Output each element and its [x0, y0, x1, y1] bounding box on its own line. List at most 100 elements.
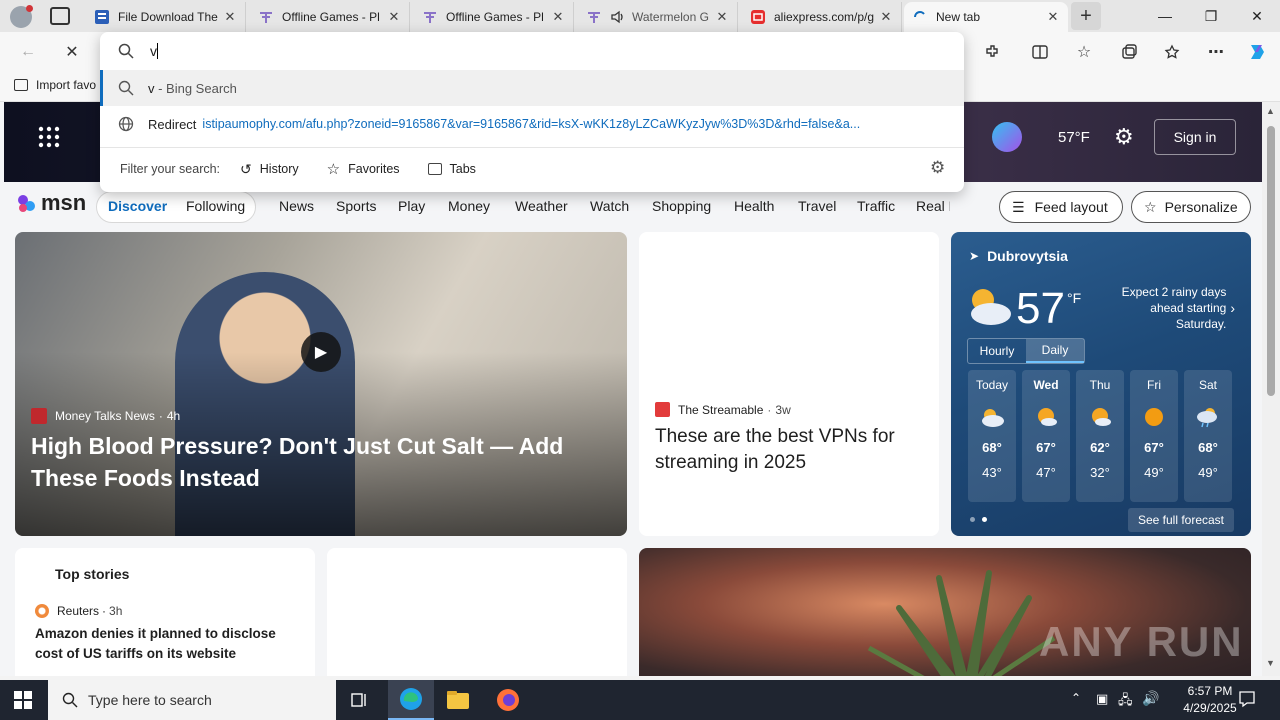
close-icon[interactable]: ✕ — [387, 9, 401, 25]
split-screen-icon[interactable] — [1026, 38, 1054, 66]
tab-file-download[interactable]: File Download The ✕ — [86, 2, 246, 32]
copilot-icon[interactable] — [1243, 38, 1271, 66]
suggestion-redirect[interactable]: Redirect istipaumophy.com/afu.php?zoneid… — [100, 106, 964, 142]
close-icon[interactable]: ✕ — [879, 9, 893, 25]
page-scrollbar[interactable]: ▲ ▼ — [1262, 102, 1280, 676]
task-view-icon[interactable] — [350, 690, 370, 710]
carousel-dots[interactable] — [970, 517, 987, 522]
profile-avatar[interactable] — [10, 5, 33, 28]
extensions-icon[interactable] — [978, 38, 1006, 66]
filter-favorites[interactable]: ☆ Favorites — [327, 160, 400, 178]
address-input-row[interactable]: v — [100, 32, 964, 70]
hero-article-card[interactable]: ▶ Money Talks News · 4h High Blood Press… — [15, 232, 627, 536]
cloud-sun-icon — [965, 284, 1013, 328]
suggestion-bing-search[interactable]: v - Bing Search — [100, 70, 964, 106]
rewards-badge-icon[interactable] — [992, 122, 1022, 152]
close-icon[interactable]: ✕ — [551, 9, 565, 25]
tab-offline-games-1[interactable]: Offline Games - Pl ✕ — [250, 2, 410, 32]
nav-traffic[interactable]: Traffic — [857, 198, 895, 214]
dropdown-settings-gear-icon[interactable]: ⚙ — [930, 158, 945, 178]
forecast-day-today[interactable]: Today 68° 43° — [968, 370, 1016, 502]
forecast-day-fri[interactable]: Fri 67° 49° — [1130, 370, 1178, 502]
day-name: Thu — [1089, 378, 1111, 392]
back-arrow-icon[interactable]: ← — [14, 38, 42, 66]
nav-discover[interactable]: Discover — [108, 198, 167, 214]
apps-grid-icon[interactable] — [38, 126, 60, 148]
location-row[interactable]: ➤ Dubrovytsia — [969, 248, 1068, 264]
carousel-dot[interactable] — [970, 517, 975, 522]
notifications-icon[interactable] — [1238, 690, 1256, 711]
favorites-star-icon[interactable]: ☆ — [1070, 38, 1098, 66]
tab-actions-icon[interactable] — [50, 7, 70, 25]
scroll-thumb[interactable] — [1267, 126, 1275, 396]
more-menu-icon[interactable]: ⋯ — [1202, 38, 1230, 66]
tab-daily[interactable]: Daily — [1026, 339, 1084, 363]
top-story-headline[interactable]: Amazon denies it planned to disclose cos… — [35, 624, 295, 664]
speaker-icon[interactable] — [610, 9, 626, 25]
address-input[interactable]: v — [150, 43, 157, 59]
edge-taskbar-icon[interactable] — [388, 680, 434, 720]
play-button-icon[interactable]: ▶ — [301, 332, 341, 372]
hero-headline[interactable]: High Blood Pressure? Don't Just Cut Salt… — [31, 430, 591, 494]
personalize-button[interactable]: ☆ Personalize — [1131, 191, 1251, 223]
file-explorer-icon[interactable] — [446, 690, 470, 713]
tab-watermelon[interactable]: Watermelon G ✕ — [578, 2, 738, 32]
see-full-forecast-link[interactable]: See full forecast — [1128, 508, 1234, 532]
close-window-button[interactable]: ✕ — [1234, 0, 1280, 32]
nav-watch[interactable]: Watch — [590, 198, 629, 214]
top-stories-card[interactable]: Top stories Reuters · 3h Amazon denies i… — [15, 548, 315, 676]
close-icon[interactable]: ✕ — [1046, 9, 1060, 25]
scroll-up-arrow-icon[interactable]: ▲ — [1266, 106, 1275, 116]
restore-button[interactable]: ❐ — [1188, 0, 1234, 32]
stop-loading-icon[interactable]: ✕ — [58, 38, 86, 66]
msn-logo[interactable]: msn — [16, 190, 86, 216]
sign-in-button[interactable]: Sign in — [1154, 119, 1236, 155]
network-icon[interactable]: 🖧 — [1118, 691, 1133, 713]
nav-shopping[interactable]: Shopping — [652, 198, 711, 214]
forecast-day-wed[interactable]: Wed 67° 47° — [1022, 370, 1070, 502]
nav-news[interactable]: News — [279, 198, 314, 214]
minimize-button[interactable]: — — [1142, 0, 1188, 32]
nav-play[interactable]: Play — [398, 198, 425, 214]
taskbar-search-box[interactable]: Type here to search — [48, 680, 336, 720]
weather-alert[interactable]: Expect 2 rainy days ahead starting Satur… — [1099, 284, 1235, 332]
collections-icon[interactable] — [1115, 38, 1143, 66]
carousel-dot-active[interactable] — [982, 517, 987, 522]
import-favorites-link[interactable]: Import favo — [14, 78, 96, 92]
browser-essentials-icon[interactable] — [1158, 38, 1186, 66]
windows-start-icon[interactable] — [14, 691, 32, 712]
close-icon[interactable]: ✕ — [223, 9, 237, 25]
vpn-article-card[interactable]: The Streamable · 3w These are the best V… — [639, 232, 939, 536]
scroll-down-arrow-icon[interactable]: ▼ — [1266, 658, 1275, 668]
nav-health[interactable]: Health — [734, 198, 774, 214]
nav-weather[interactable]: Weather — [515, 198, 568, 214]
forecast-day-sat[interactable]: Sat 68° 49° — [1184, 370, 1232, 502]
nav-real-estate[interactable]: Real E — [916, 198, 950, 214]
location-arrow-icon: ➤ — [969, 249, 980, 263]
new-tab-button[interactable]: + — [1071, 2, 1101, 30]
forecast-day-thu[interactable]: Thu 62° 32° — [1076, 370, 1124, 502]
tab-aliexpress[interactable]: aliexpress.com/p/g ✕ — [742, 2, 902, 32]
vpn-headline[interactable]: These are the best VPNs for streaming in… — [655, 424, 925, 476]
settings-gear-icon[interactable]: ⚙ — [1114, 124, 1134, 150]
tab-new-tab[interactable]: New tab ✕ — [904, 2, 1068, 32]
reuters-source-row: Reuters · 3h — [35, 604, 122, 618]
nav-sports[interactable]: Sports — [336, 198, 376, 214]
feed-layout-button[interactable]: ☰ Feed layout — [999, 191, 1123, 223]
empty-article-card[interactable] — [327, 548, 627, 676]
close-icon[interactable]: ✕ — [715, 9, 729, 25]
filter-history[interactable]: ↺ History — [240, 161, 299, 178]
nav-following[interactable]: Following — [186, 198, 245, 214]
filter-tabs-label: Tabs — [449, 162, 476, 176]
tab-hourly[interactable]: Hourly — [968, 339, 1026, 363]
tab-offline-games-2[interactable]: Offline Games - Pl ✕ — [414, 2, 574, 32]
nav-travel[interactable]: Travel — [798, 198, 836, 214]
volume-icon[interactable]: 🔊 — [1142, 690, 1159, 707]
tray-chevron-up-icon[interactable]: ⌃ — [1071, 691, 1081, 705]
filter-tabs[interactable]: Tabs — [427, 162, 476, 176]
firefox-icon[interactable] — [496, 688, 520, 715]
plant-image-card[interactable]: ANY RUN — [639, 548, 1251, 676]
nav-money[interactable]: Money — [448, 198, 490, 214]
meet-now-icon[interactable]: ▣ — [1096, 691, 1108, 707]
header-temperature[interactable]: 57°F — [1058, 129, 1090, 146]
